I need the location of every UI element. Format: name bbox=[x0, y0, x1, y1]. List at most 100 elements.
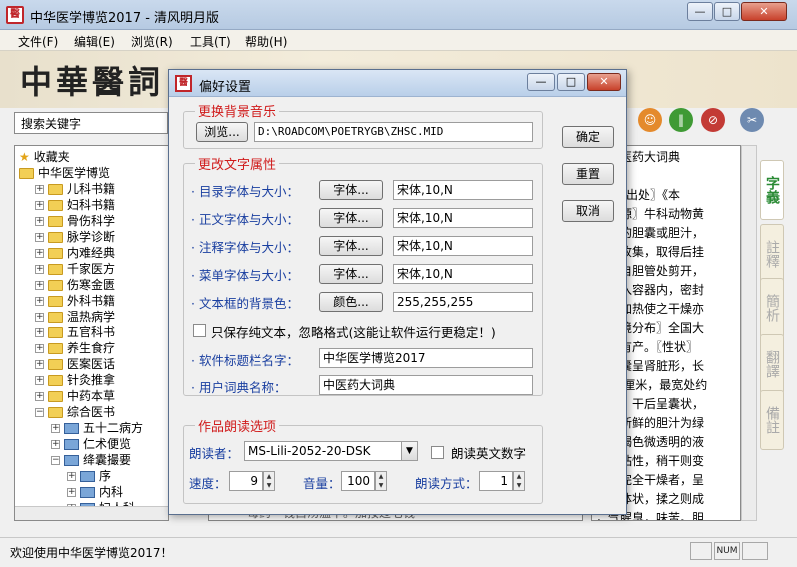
tree-horizontal-scrollbar[interactable] bbox=[15, 506, 168, 520]
reset-button[interactable]: 重置 bbox=[562, 163, 614, 185]
menu-font-button[interactable]: 字体... bbox=[319, 264, 383, 284]
volume-input[interactable]: 100 bbox=[341, 471, 375, 491]
app-icon: 醫 bbox=[6, 6, 24, 24]
tree-item-label: 内难经典 bbox=[67, 245, 116, 260]
folder-icon bbox=[48, 231, 63, 243]
folder-icon bbox=[48, 183, 63, 195]
user-dict-input[interactable]: 中医药大词典 bbox=[319, 375, 533, 395]
book-icon bbox=[64, 423, 79, 435]
tree-item-label: 伤寒金匮 bbox=[67, 277, 116, 292]
folder-icon bbox=[48, 247, 63, 259]
tab-analysis[interactable]: 簡析 bbox=[760, 278, 784, 338]
body-font-button[interactable]: 字体... bbox=[319, 208, 383, 228]
annotation-font-value[interactable]: 宋体,10,N bbox=[393, 236, 533, 256]
status-bar: 欢迎使用中华医学博览2017！ NUM bbox=[0, 537, 797, 567]
bgm-path-input[interactable]: D:\ROADCOM\POETRYGB\ZHSC.MID bbox=[254, 122, 533, 142]
tab-notes[interactable]: 註釋 bbox=[760, 224, 784, 284]
tree-expander-icon[interactable]: + bbox=[35, 232, 44, 242]
dialog-title: 偏好设置 bbox=[199, 80, 252, 95]
tree-expander-icon[interactable]: + bbox=[35, 296, 44, 306]
speed-stepper[interactable]: ▲ ▼ bbox=[263, 471, 275, 491]
tree-item-label: 内科 bbox=[99, 484, 124, 499]
dialog-close-button[interactable]: ✕ bbox=[587, 73, 621, 91]
book-icon bbox=[64, 439, 79, 451]
menu-bar: 文件(F) 编辑(E) 浏览(R) 工具(T) 帮助(H) bbox=[0, 30, 797, 51]
restore-button[interactable]: □ bbox=[714, 2, 740, 21]
annotation-font-button[interactable]: 字体... bbox=[319, 236, 383, 256]
text-props-group-title: 更改文字属性 bbox=[195, 154, 280, 173]
tree-expander-icon[interactable]: + bbox=[35, 344, 44, 354]
tree-item-label: 脉学诊断 bbox=[67, 229, 116, 244]
textbox-color-button[interactable]: 颜色... bbox=[319, 292, 383, 312]
tree-expander-icon[interactable]: + bbox=[35, 376, 44, 386]
menu-file[interactable]: 文件(F) bbox=[18, 33, 58, 50]
tree-expander-icon[interactable]: + bbox=[67, 472, 76, 481]
minimize-button[interactable]: — bbox=[687, 2, 713, 21]
speed-input[interactable]: 9 bbox=[229, 471, 263, 491]
annotation-font-label: · 注释字体与大小： bbox=[191, 240, 299, 255]
cancel-button[interactable]: 取消 bbox=[562, 200, 614, 222]
menu-font-value[interactable]: 宋体,10,N bbox=[393, 264, 533, 284]
volume-stepper[interactable]: ▲ ▼ bbox=[375, 471, 387, 491]
read-mode-input[interactable]: 1 bbox=[479, 471, 513, 491]
plain-text-checkbox[interactable] bbox=[193, 324, 206, 337]
tree-item-label: 绛囊撮要 bbox=[83, 453, 132, 468]
book-tree[interactable]: ★ 收藏夹 中华医学博览 + 儿科书籍 + 妇科书籍 + 骨伤科学 + 脉学诊断 + 内难经典 + 千家医方… bbox=[14, 145, 169, 521]
tree-item-label: 综合医书 bbox=[67, 405, 116, 420]
tree-expander-icon[interactable]: + bbox=[35, 360, 44, 370]
menu-edit[interactable]: 编辑(E) bbox=[74, 33, 115, 50]
search-input[interactable]: 搜索关键字 bbox=[14, 112, 168, 134]
title-bar-name-input[interactable]: 中华医学博览2017 bbox=[319, 348, 533, 368]
read-english-checkbox[interactable] bbox=[431, 446, 444, 459]
window-title: 中华医学博览2017 - 清风明月版 bbox=[30, 11, 220, 26]
read-mode-stepper[interactable]: ▲ ▼ bbox=[513, 471, 525, 491]
tree-expander-icon[interactable]: − bbox=[51, 456, 60, 466]
tree-expander-icon[interactable]: + bbox=[35, 216, 44, 226]
textbox-bg-value[interactable]: 255,255,255 bbox=[393, 292, 533, 312]
catalog-font-button[interactable]: 字体... bbox=[319, 180, 383, 200]
tree-expander-icon[interactable]: − bbox=[35, 408, 44, 418]
folder-icon bbox=[48, 391, 63, 403]
definition-scrollbar[interactable] bbox=[741, 145, 757, 521]
preferences-dialog: 醫 偏好设置 — □ ✕ 更换背景音乐 浏览... D:\ROADCOM\POE… bbox=[168, 69, 627, 515]
folder-icon bbox=[48, 375, 63, 387]
tools-icon[interactable]: ✂ bbox=[740, 108, 764, 132]
close-button[interactable]: ✕ bbox=[741, 2, 787, 21]
dialog-titlebar: 醫 偏好设置 — □ ✕ bbox=[169, 70, 626, 97]
reading-group bbox=[183, 425, 543, 504]
tree-expander-icon[interactable]: + bbox=[35, 264, 44, 274]
tree-expander-icon[interactable]: + bbox=[51, 440, 60, 450]
menu-browse[interactable]: 浏览(R) bbox=[131, 33, 173, 50]
tree-expander-icon[interactable]: + bbox=[35, 184, 44, 194]
tree-expander-icon[interactable]: + bbox=[35, 200, 44, 210]
ok-button[interactable]: 确定 bbox=[562, 126, 614, 148]
dialog-minimize-button[interactable]: — bbox=[527, 73, 555, 91]
read-mode-label: 朗读方式： bbox=[415, 476, 478, 491]
tab-translation[interactable]: 翻譯 bbox=[760, 334, 784, 394]
catalog-font-value[interactable]: 宋体,10,N bbox=[393, 180, 533, 200]
reader-icon[interactable]: ☺ bbox=[638, 108, 662, 132]
tree-expander-icon[interactable]: + bbox=[35, 312, 44, 322]
folder-icon bbox=[48, 295, 63, 307]
tree-expander-icon[interactable]: + bbox=[35, 392, 44, 402]
tree-expander-icon[interactable]: + bbox=[51, 424, 60, 434]
tree-expander-icon[interactable]: + bbox=[35, 328, 44, 338]
body-font-value[interactable]: 宋体,10,N bbox=[393, 208, 533, 228]
menu-tools[interactable]: 工具(T) bbox=[190, 33, 231, 50]
browse-button[interactable]: 浏览... bbox=[196, 122, 248, 142]
tree-expander-icon[interactable]: + bbox=[35, 248, 44, 258]
tree-expander-icon[interactable]: + bbox=[35, 280, 44, 290]
reader-dropdown-arrow[interactable]: ▼ bbox=[401, 441, 418, 461]
mute-icon[interactable]: ⊘ bbox=[701, 108, 725, 132]
tree-item-label: 医案医话 bbox=[67, 357, 116, 372]
reader-select[interactable]: MS-Lili-2052-20-DSK bbox=[244, 441, 402, 461]
main-titlebar: 醫 中华医学博览2017 - 清风明月版 — □ ✕ bbox=[0, 0, 797, 30]
tab-remarks[interactable]: 備註 bbox=[760, 390, 784, 450]
pause-icon[interactable]: ‖ bbox=[669, 108, 693, 132]
tree-expander-icon[interactable]: + bbox=[67, 487, 76, 497]
dialog-restore-button[interactable]: □ bbox=[557, 73, 585, 91]
tree-item-label: 五官科书 bbox=[67, 325, 116, 340]
menu-help[interactable]: 帮助(H) bbox=[245, 33, 287, 50]
tab-meaning[interactable]: 字義 bbox=[760, 160, 784, 220]
user-dict-label: · 用户词典名称： bbox=[191, 380, 287, 395]
